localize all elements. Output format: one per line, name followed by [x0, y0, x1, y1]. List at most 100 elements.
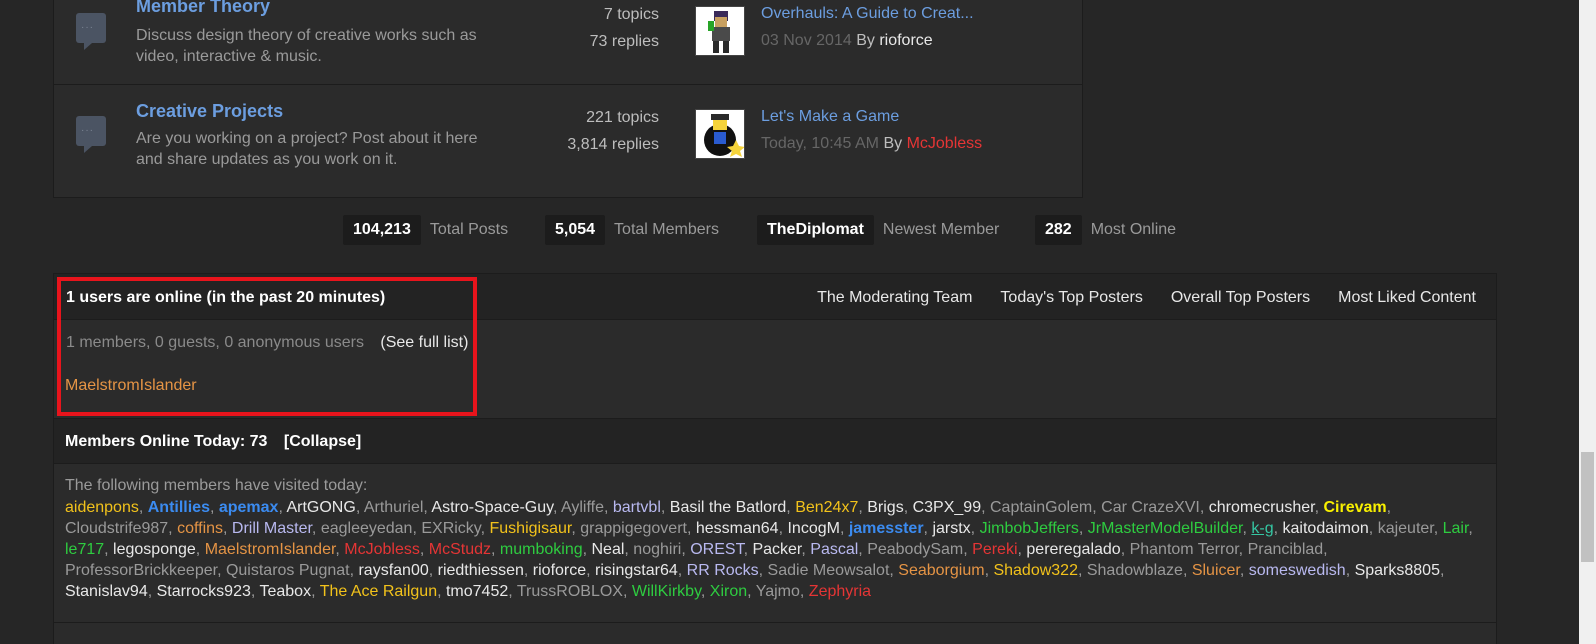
member-link[interactable]: Phantom Terror: [1130, 541, 1239, 558]
member-link[interactable]: Car CrazeXVI: [1101, 499, 1200, 516]
member-link[interactable]: Cirevam: [1323, 499, 1386, 516]
member-link[interactable]: k-g: [1251, 520, 1273, 537]
last-post-author-link[interactable]: McJobless: [907, 135, 983, 152]
member-link[interactable]: McStudz: [429, 541, 491, 558]
member-link[interactable]: legosponge: [113, 541, 196, 558]
member-link[interactable]: bartvbl: [613, 499, 661, 516]
member-link[interactable]: chromecrusher: [1209, 499, 1315, 516]
member-link[interactable]: ArtGONG: [286, 499, 355, 516]
member-link[interactable]: Cloudstrife987: [65, 520, 168, 537]
member-link[interactable]: le717: [65, 541, 104, 558]
last-poster-avatar[interactable]: [695, 109, 745, 159]
member-link[interactable]: Seaborgium: [898, 562, 984, 579]
member-link[interactable]: Fushigisaur: [490, 520, 572, 537]
member-link[interactable]: Arthuriel: [364, 499, 424, 516]
forum-title-link[interactable]: Member Theory: [136, 0, 270, 17]
stat-label: Newest Member: [882, 221, 1000, 238]
member-link[interactable]: PeabodySam: [867, 541, 963, 558]
member-link[interactable]: Shadowblaze: [1087, 562, 1183, 579]
member-link[interactable]: Lair: [1443, 520, 1469, 537]
member-link[interactable]: noghiri: [633, 541, 681, 558]
member-link[interactable]: mumboking: [500, 541, 583, 558]
member-link[interactable]: someswedish: [1249, 562, 1346, 579]
member-link[interactable]: Teabox: [259, 583, 311, 600]
member-link[interactable]: Quistaros Pugnat: [226, 562, 350, 579]
member-link[interactable]: riedthiessen: [438, 562, 524, 579]
forum-reply-count: 3,814 replies: [567, 136, 659, 153]
member-link[interactable]: CaptainGolem: [990, 499, 1092, 516]
overall-top-posters-link[interactable]: Overall Top Posters: [1171, 289, 1310, 307]
member-link[interactable]: Pranciblad: [1248, 541, 1324, 558]
forum-topic-count: 7 topics: [603, 6, 659, 23]
member-link[interactable]: C3PX_99: [913, 499, 982, 516]
member-link[interactable]: rioforce: [533, 562, 586, 579]
newest-member-link[interactable]: TheDiplomat: [757, 215, 874, 245]
member-link[interactable]: McJobless: [344, 541, 420, 558]
member-link[interactable]: Zephyria: [809, 583, 871, 600]
member-link[interactable]: The Ace Railgun: [320, 583, 437, 600]
member-link[interactable]: tmo7452: [446, 583, 508, 600]
online-user-link[interactable]: MaelstromIslander: [65, 377, 197, 395]
member-link[interactable]: Starrocks923: [157, 583, 251, 600]
last-post-title-link[interactable]: Overhauls: A Guide to Creat...: [761, 5, 974, 23]
member-link[interactable]: Astro-Space-Guy: [431, 499, 553, 516]
member-link[interactable]: Pascal: [810, 541, 858, 558]
member-link[interactable]: eagleeyedan: [321, 520, 413, 537]
most-liked-content-link[interactable]: Most Liked Content: [1338, 289, 1476, 307]
member-link[interactable]: IncogM: [787, 520, 839, 537]
member-link[interactable]: aidenpons: [65, 499, 139, 516]
member-link[interactable]: Ayliffe: [561, 499, 604, 516]
moderating-team-link[interactable]: The Moderating Team: [817, 289, 972, 307]
member-link[interactable]: Basil the Batlord: [670, 499, 787, 516]
member-link[interactable]: hessman64: [696, 520, 779, 537]
member-link[interactable]: grappigegovert: [580, 520, 687, 537]
last-post-date: Today, 10:45 AM: [761, 135, 879, 152]
member-link[interactable]: Sluicer: [1192, 562, 1240, 579]
member-link[interactable]: Packer: [752, 541, 801, 558]
last-post-author-link[interactable]: rioforce: [879, 32, 932, 49]
member-link[interactable]: JimbobJeffers: [980, 520, 1079, 537]
member-link[interactable]: risingstar64: [595, 562, 678, 579]
member-link[interactable]: Xiron: [710, 583, 747, 600]
page-scrollbar[interactable]: [1579, 0, 1596, 644]
member-link[interactable]: raysfan00: [358, 562, 428, 579]
scrollbar-thumb[interactable]: [1581, 452, 1594, 562]
member-link[interactable]: Brigs: [867, 499, 903, 516]
member-link[interactable]: RR Rocks: [687, 562, 759, 579]
member-link[interactable]: ProfessorBrickkeeper: [65, 562, 217, 579]
member-link[interactable]: Antillies: [148, 499, 210, 516]
member-link[interactable]: Neal: [592, 541, 625, 558]
stat-value: 104,213: [343, 215, 421, 245]
members-count: 1 members,: [66, 334, 151, 351]
member-link[interactable]: jarstx: [932, 520, 970, 537]
forum-title-link[interactable]: Creative Projects: [136, 101, 283, 122]
members-today-count: Members Online Today: 73: [65, 433, 268, 450]
see-full-list-link[interactable]: (See full list): [380, 334, 468, 351]
member-link[interactable]: coffins: [177, 520, 223, 537]
member-link[interactable]: kajeuter: [1378, 520, 1434, 537]
member-link[interactable]: Ben24x7: [795, 499, 858, 516]
member-link[interactable]: Stanislav94: [65, 583, 148, 600]
member-link[interactable]: Drill Master: [232, 520, 312, 537]
member-link[interactable]: Sadie Meowsalot: [768, 562, 890, 579]
last-post-title-link[interactable]: Let's Make a Game: [761, 108, 899, 126]
member-link[interactable]: OREST: [690, 541, 743, 558]
member-link[interactable]: pereregalado: [1026, 541, 1120, 558]
todays-top-posters-link[interactable]: Today's Top Posters: [1000, 289, 1142, 307]
member-link[interactable]: apemax: [219, 499, 279, 516]
member-link[interactable]: JrMasterModelBuilder: [1088, 520, 1243, 537]
member-link[interactable]: TrussROBLOX: [517, 583, 623, 600]
forum-description: Discuss design theory of creative works …: [136, 27, 477, 65]
member-link[interactable]: WillKirkby: [632, 583, 701, 600]
collapse-toggle[interactable]: [Collapse]: [284, 433, 361, 450]
last-poster-avatar[interactable]: [695, 6, 745, 56]
member-link[interactable]: EXRicky: [421, 520, 480, 537]
member-link[interactable]: Shadow322: [993, 562, 1078, 579]
member-link[interactable]: kaitodaimon: [1283, 520, 1369, 537]
member-link[interactable]: jamesster: [849, 520, 924, 537]
member-link[interactable]: Yajmo: [756, 583, 800, 600]
member-link[interactable]: Pereki: [972, 541, 1017, 558]
member-link[interactable]: MaelstromIslander: [205, 541, 336, 558]
member-link[interactable]: Sparks8805: [1355, 562, 1440, 579]
stat-total-members: 5,054 Total Members: [545, 215, 719, 245]
